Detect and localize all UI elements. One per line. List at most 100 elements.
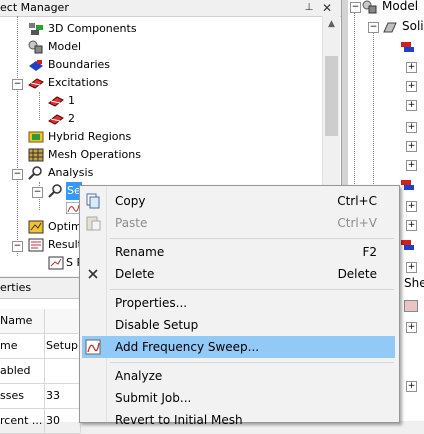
table-row[interactable]: me Setup [0,334,81,359]
tree-item-label: 3D Components [48,22,137,35]
analysis-icon [28,166,42,180]
collapse-toggle[interactable]: − [350,2,361,13]
tree-guide-line [39,92,40,120]
tree-item-model[interactable]: Model [28,38,168,56]
tree-item-label: Model [48,40,82,53]
tree-guide-line [17,16,18,256]
property-name: abled [0,359,45,383]
table-row[interactable]: rcent ... 30 [0,409,81,434]
model-icon [28,40,43,54]
menu-item-label: Copy [115,194,146,208]
collapse-toggle[interactable]: − [368,22,379,33]
expand-toggle[interactable]: + [406,262,417,273]
tree-item-label: Analysis [48,166,94,179]
properties-header-row: Name [0,309,78,334]
menu-item-shortcut: F2 [362,245,377,259]
property-name: me [0,334,45,358]
tree-item-label: 1 [68,94,75,107]
tree-item-excitations[interactable]: Excitations [28,74,168,92]
menu-item-add-frequency-sweep[interactable]: Add Frequency Sweep... [82,336,395,358]
sheet-icon [404,300,418,312]
menu-item-submit-job[interactable]: Submit Job... [82,387,395,409]
excitations-icon [28,78,44,89]
results-icon [28,238,44,252]
tree-item-excitation-1[interactable]: 1 [48,92,108,110]
hybrid-regions-icon [28,131,44,143]
expand-toggle[interactable]: + [406,100,417,111]
menu-item-label: Submit Job... [115,391,192,405]
tree-item-hybrid-regions[interactable]: Hybrid Regions [28,128,168,146]
tree-item-label: Result [48,238,82,251]
menu-item-rename[interactable]: Rename F2 [82,241,395,263]
solids-label[interactable]: Soli [402,19,424,33]
excitation-port-icon [48,96,64,107]
pin-icon[interactable]: ⊥ [302,0,316,16]
property-value[interactable]: 30 [46,409,81,433]
menu-separator [110,362,394,363]
collapse-toggle[interactable]: − [12,241,23,252]
tree-item-label: Excitations [48,76,109,89]
name-column-header[interactable]: Name [0,309,45,333]
expand-toggle[interactable]: + [406,160,417,171]
menu-item-disable-setup[interactable]: Disable Setup [82,314,395,336]
project-manager-titlebar: ect Manager ⊥ ✕ [0,0,343,17]
tree-item-3d-components[interactable]: 3D Components [28,20,168,38]
optimetrics-icon [28,220,44,234]
menu-item-paste[interactable]: Paste Ctrl+V [82,212,395,234]
3d-components-icon [29,23,43,35]
menu-item-label: Delete [115,267,155,281]
paste-icon [86,216,101,231]
menu-item-label: Add Frequency Sweep... [115,340,260,354]
mesh-operations-icon [28,148,44,162]
scroll-up-arrow-icon[interactable]: ▲ [323,16,340,33]
menu-item-shortcut: Ctrl+V [337,216,377,230]
frequency-sweep-icon [85,339,101,355]
expand-toggle[interactable]: + [406,201,417,212]
solids-icon [383,22,397,33]
context-menu: Copy Ctrl+C Paste Ctrl+V Rename F2 Delet… [79,185,400,427]
tree-item-label: Mesh Operations [48,148,141,161]
tree-item-analysis[interactable]: Analysis [28,164,168,182]
table-row[interactable]: abled [0,359,81,384]
menu-item-shortcut: Delete [337,267,377,281]
tree-item-mesh-operations[interactable]: Mesh Operations [28,146,168,164]
expand-toggle[interactable]: + [406,322,417,333]
scrollbar-thumb[interactable] [325,56,338,136]
close-icon[interactable]: ✕ [320,0,334,16]
tree-item-boundaries[interactable]: Boundaries [28,56,168,74]
model-icon [362,0,377,14]
expand-toggle[interactable]: + [406,381,417,392]
menu-item-copy[interactable]: Copy Ctrl+C [82,190,395,212]
excitation-port-icon [48,114,64,125]
menu-separator [110,289,394,290]
table-row[interactable]: sses 33 [0,384,81,409]
menu-item-label: Analyze [115,369,163,383]
model-tree-root-label[interactable]: Model [382,0,418,13]
menu-item-properties[interactable]: Properties... [82,292,395,314]
sheets-label[interactable]: She [404,276,424,290]
tree-item-label: Boundaries [48,58,111,71]
property-value[interactable] [46,359,81,383]
property-value[interactable]: 33 [46,384,81,408]
property-value[interactable]: Setup [46,334,81,358]
expand-toggle[interactable]: + [406,141,417,152]
tree-item-label: Hybrid Regions [48,130,132,143]
collapse-toggle[interactable]: − [12,169,23,180]
collapse-toggle[interactable]: − [32,187,43,198]
expand-toggle[interactable]: + [406,122,417,133]
menu-item-analyze[interactable]: Analyze [82,365,395,387]
menu-item-label: Rename [115,245,165,259]
sweep-icon [66,202,80,214]
expand-toggle[interactable]: + [406,220,417,231]
expand-toggle[interactable]: + [406,62,417,73]
collapse-toggle[interactable]: − [12,79,23,90]
menu-item-revert-to-initial-mesh[interactable]: Revert to Initial Mesh [82,409,395,431]
property-name: sses [0,384,45,408]
tree-item-excitation-2[interactable]: 2 [48,110,108,128]
expand-toggle[interactable]: + [406,81,417,92]
copy-icon [86,193,100,209]
menu-separator [110,238,394,239]
menu-item-delete[interactable]: Delete Delete [82,263,395,285]
property-name: rcent ... [0,409,45,433]
tree-item-label: 2 [68,112,75,125]
